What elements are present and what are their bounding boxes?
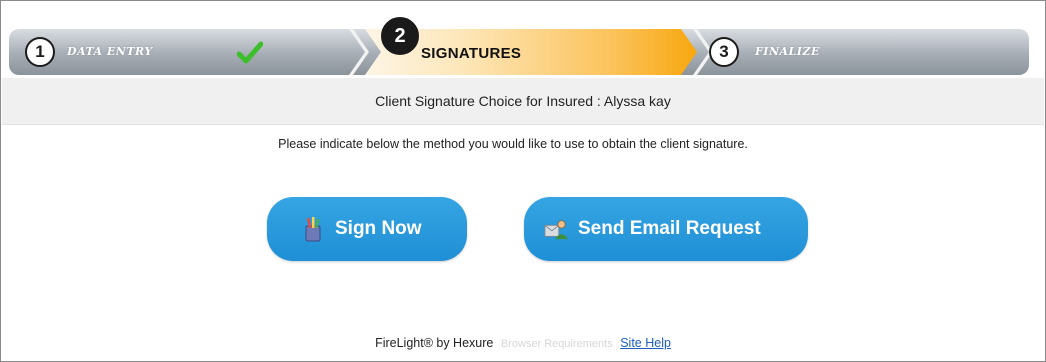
- step-2-label: SIGNATURES: [421, 45, 522, 62]
- footer-brand: FireLight® by Hexure: [375, 336, 494, 350]
- step-1-number: 1: [25, 37, 55, 67]
- page-footer: FireLight® by Hexure Browser Requirement…: [1, 336, 1045, 350]
- step-1-label: DATA ENTRY: [67, 45, 153, 58]
- site-help-link[interactable]: Site Help: [620, 336, 671, 350]
- send-email-request-button[interactable]: Send Email Request: [524, 197, 808, 261]
- email-user-icon: [544, 220, 568, 240]
- instruction-text: Please indicate below the method you wou…: [278, 137, 748, 151]
- progress-stepper: 1 DATA ENTRY 2 SIGNATURES 3 FINALIZE: [9, 7, 1037, 87]
- send-email-request-label: Send Email Request: [578, 218, 761, 239]
- step-2-number: 2: [381, 17, 419, 55]
- sign-now-label: Sign Now: [335, 218, 422, 239]
- sign-now-button[interactable]: Sign Now: [267, 197, 467, 261]
- browser-requirements-link[interactable]: Browser Requirements: [501, 338, 613, 350]
- pen-cup-icon: [305, 217, 321, 242]
- page-frame: 1 DATA ENTRY 2 SIGNATURES 3 FINALIZE Cli…: [0, 0, 1046, 362]
- checkmark-icon: [237, 41, 263, 64]
- step-3-number: 3: [709, 37, 739, 67]
- banner-text: Client Signature Choice for Insured : Al…: [375, 93, 671, 109]
- step-3-label: FINALIZE: [755, 45, 820, 58]
- signature-choice-banner: Client Signature Choice for Insured : Al…: [2, 78, 1044, 125]
